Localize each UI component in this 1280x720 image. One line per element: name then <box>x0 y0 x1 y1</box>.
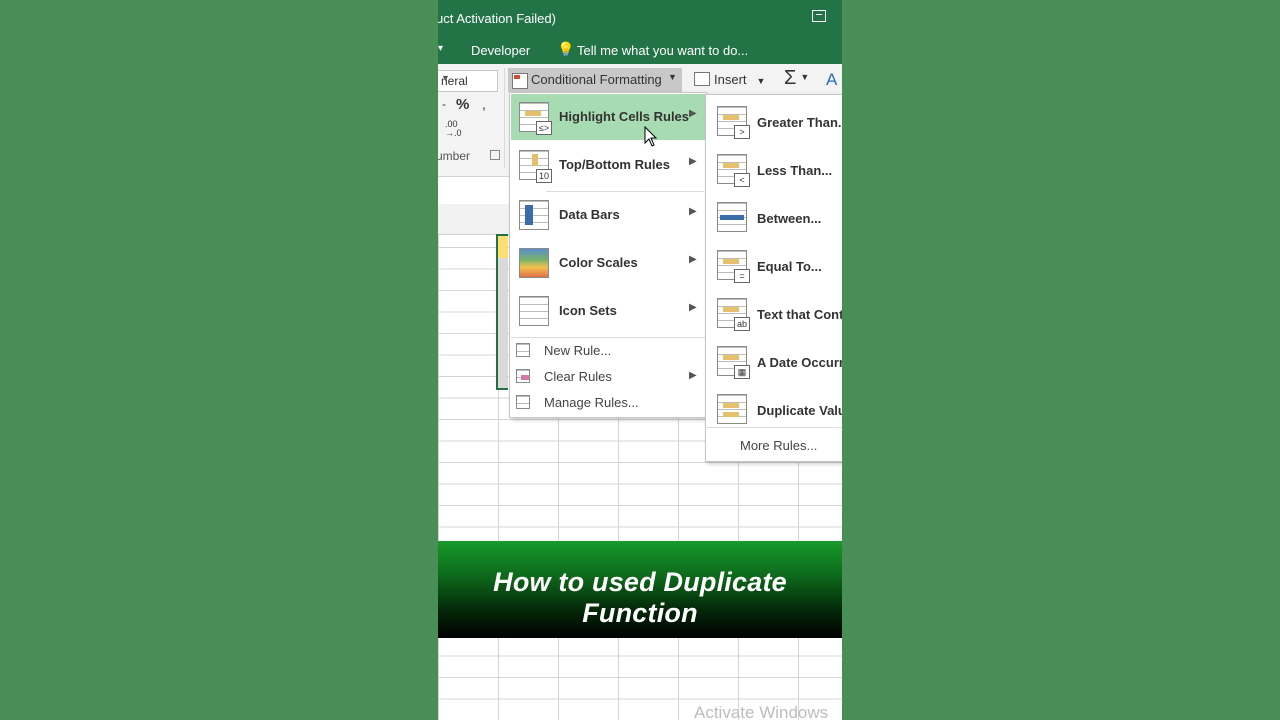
equal-to-icon: = <box>717 250 750 283</box>
submenu-item-equal-to[interactable]: = Equal To... <box>707 241 842 287</box>
submenu-item-less-than[interactable]: < Less Than... <box>707 145 842 191</box>
submenu-item-between[interactable]: Between... <box>707 193 842 239</box>
less-than-icon: < <box>717 154 750 187</box>
tab-developer[interactable]: Developer <box>471 43 530 58</box>
background-left <box>0 0 438 720</box>
menu-item-label: Top/Bottom Rules <box>559 157 670 172</box>
insert-cells-icon <box>694 72 710 86</box>
chevron-right-icon: ▶ <box>689 302 697 313</box>
dialog-launcher-icon[interactable] <box>490 150 500 160</box>
submenu-item-label: Duplicate Values... <box>757 403 842 418</box>
active-cell[interactable] <box>498 236 508 258</box>
tab-overflow-icon[interactable]: ▾ <box>438 43 443 54</box>
activation-watermark: Activate Windows <box>694 703 829 720</box>
number-group-label: umber <box>438 149 471 163</box>
icon-sets-icon <box>519 296 549 326</box>
duplicate-values-icon <box>717 394 747 424</box>
chevron-down-icon: ▼ <box>441 73 450 83</box>
menu-item-highlight-cells-rules[interactable]: ≤> Highlight Cells Rules ▶ <box>511 94 705 140</box>
menu-item-data-bars[interactable]: Data Bars ▶ <box>511 192 705 238</box>
manage-rules-icon <box>516 395 530 409</box>
data-bars-icon <box>519 200 549 230</box>
eraser-icon <box>516 369 530 383</box>
menu-item-label: Data Bars <box>559 207 620 222</box>
between-icon <box>717 202 747 232</box>
color-scales-icon <box>519 248 549 278</box>
menu-item-label: Icon Sets <box>559 303 617 318</box>
highlight-cells-submenu: > Greater Than... < Less Than... Between… <box>705 94 842 462</box>
menu-item-label: Clear Rules <box>544 369 612 384</box>
chevron-down-icon: ▼ <box>756 76 766 86</box>
submenu-item-greater-than[interactable]: > Greater Than... <box>707 97 842 143</box>
submenu-item-date-occurring[interactable]: ▦ A Date Occurring... <box>707 337 842 383</box>
submenu-item-duplicate-values[interactable]: Duplicate Values... <box>707 385 842 431</box>
submenu-item-label: Equal To... <box>757 259 822 274</box>
excel-window: uct Activation Failed) ▾ Developer 💡 Tel… <box>438 0 842 720</box>
submenu-item-label: Text that Contains... <box>757 307 842 322</box>
chevron-down-icon: ▼ <box>800 72 810 82</box>
submenu-item-label: Less Than... <box>757 163 833 178</box>
text-contains-icon: ab <box>717 298 750 331</box>
background-right <box>842 0 1280 720</box>
calendar-icon: ▦ <box>717 346 750 379</box>
insert-button[interactable]: Insert ▼ <box>694 72 765 87</box>
ribbon-tabs: ▾ Developer 💡 Tell me what you want to d… <box>438 38 842 64</box>
menu-item-manage-rules[interactable]: Manage Rules... <box>511 390 705 416</box>
menu-item-label: Highlight Cells Rules <box>559 109 690 124</box>
caption-text: How to used Duplicate Function <box>493 567 787 628</box>
conditional-formatting-icon <box>512 73 528 89</box>
ribbon-display-options-icon[interactable] <box>812 10 826 22</box>
menu-item-icon-sets[interactable]: Icon Sets ▶ <box>511 288 705 334</box>
sort-filter-icon[interactable]: A <box>826 70 837 90</box>
more-rules-item[interactable]: More Rules... <box>740 438 817 453</box>
chevron-right-icon: ▶ <box>689 156 697 167</box>
greater-than-icon: > <box>717 106 750 139</box>
sigma-icon: Σ <box>784 67 797 89</box>
chevron-right-icon: ▶ <box>689 370 697 381</box>
decrease-decimal-button[interactable]: .00 →.0 <box>445 120 462 138</box>
caption-banner: How to used Duplicate Function <box>438 541 842 638</box>
mouse-cursor-icon <box>644 126 658 147</box>
top-bottom-icon: 10 <box>519 150 552 183</box>
highlight-cells-icon: ≤> <box>519 102 552 135</box>
chevron-right-icon: ▶ <box>689 254 697 265</box>
submenu-item-label: Between... <box>757 211 822 226</box>
menu-item-label: New Rule... <box>544 343 612 358</box>
submenu-item-label: Greater Than... <box>757 115 842 130</box>
accounting-dropdown-icon[interactable]: - <box>442 97 446 111</box>
chevron-right-icon: ▶ <box>689 206 697 217</box>
conditional-formatting-button[interactable]: Conditional Formatting ▼ <box>508 68 682 92</box>
title-bar: uct Activation Failed) <box>438 0 842 38</box>
window-title: uct Activation Failed) <box>438 11 556 26</box>
menu-item-label: Manage Rules... <box>544 395 639 410</box>
chevron-down-icon: ▼ <box>668 72 677 82</box>
insert-label: Insert <box>714 72 747 87</box>
new-rule-icon <box>516 343 530 357</box>
percent-style-button[interactable]: % <box>456 96 469 113</box>
comma-style-button[interactable]: , <box>482 96 486 112</box>
lightbulb-icon: 💡 <box>557 41 575 57</box>
menu-separator <box>707 427 842 428</box>
conditional-formatting-label: Conditional Formatting <box>531 72 662 87</box>
number-format-dropdown[interactable]: neral ▼ <box>438 70 498 92</box>
submenu-item-label: A Date Occurring... <box>757 355 842 370</box>
menu-item-color-scales[interactable]: Color Scales ▶ <box>511 240 705 286</box>
chevron-right-icon: ▶ <box>689 108 697 119</box>
tell-me-input[interactable]: Tell me what you want to do... <box>577 43 748 58</box>
group-divider <box>504 68 505 168</box>
submenu-item-text-contains[interactable]: ab Text that Contains... <box>707 289 842 335</box>
autosum-button[interactable]: Σ ▼ <box>784 67 809 90</box>
conditional-formatting-menu: ≤> Highlight Cells Rules ▶ 10 Top/Bottom… <box>509 92 707 418</box>
menu-item-label: Color Scales <box>559 255 638 270</box>
menu-item-clear-rules[interactable]: Clear Rules ▶ <box>511 364 705 390</box>
menu-item-top-bottom-rules[interactable]: 10 Top/Bottom Rules ▶ <box>511 142 705 188</box>
menu-item-new-rule[interactable]: New Rule... <box>511 338 705 364</box>
